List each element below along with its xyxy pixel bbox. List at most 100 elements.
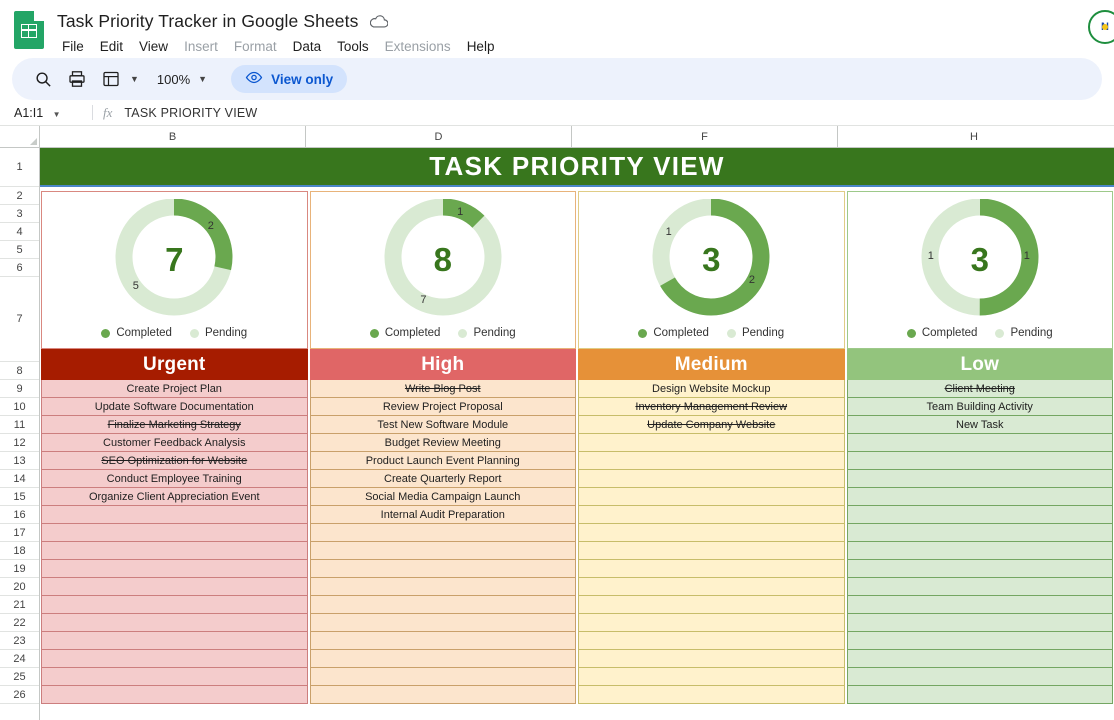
row-header[interactable]: 20 (0, 578, 39, 596)
task-cell[interactable] (847, 614, 1114, 632)
avatar[interactable]: N (1088, 10, 1114, 44)
task-cell[interactable] (578, 434, 845, 452)
row-header[interactable]: 14 (0, 470, 39, 488)
row-header[interactable]: 3 (0, 205, 39, 223)
task-cell[interactable] (310, 596, 577, 614)
zoom-dropdown-caret[interactable]: ▼ (198, 74, 213, 84)
task-cell[interactable] (310, 542, 577, 560)
task-cell[interactable]: Test New Software Module (310, 416, 577, 434)
task-cell[interactable]: Client Meeting (847, 380, 1114, 398)
task-cell[interactable]: New Task (847, 416, 1114, 434)
task-cell[interactable] (310, 560, 577, 578)
menu-tools[interactable]: Tools (329, 37, 377, 56)
task-cell[interactable] (578, 686, 845, 704)
task-cell[interactable] (847, 524, 1114, 542)
row-header[interactable]: 11 (0, 416, 39, 434)
task-cell[interactable] (578, 542, 845, 560)
task-cell[interactable] (41, 650, 308, 668)
row-header[interactable]: 21 (0, 596, 39, 614)
row-header[interactable]: 1 (0, 148, 39, 187)
task-cell[interactable] (310, 578, 577, 596)
task-cell[interactable] (41, 614, 308, 632)
column-header-f[interactable]: F (572, 126, 838, 147)
column-header-b[interactable]: B (40, 126, 306, 147)
task-cell[interactable] (310, 650, 577, 668)
task-cell[interactable]: Product Launch Event Planning (310, 452, 577, 470)
task-cell[interactable]: Create Project Plan (41, 380, 308, 398)
task-cell[interactable] (41, 524, 308, 542)
filter-view-icon[interactable] (96, 64, 126, 94)
task-cell[interactable]: Social Media Campaign Launch (310, 488, 577, 506)
view-only-badge[interactable]: View only (231, 65, 347, 93)
menu-edit[interactable]: Edit (92, 37, 131, 56)
task-cell[interactable]: Update Software Documentation (41, 398, 308, 416)
row-header[interactable]: 6 (0, 259, 39, 277)
document-title[interactable]: Task Priority Tracker in Google Sheets (57, 11, 358, 32)
filter-view-dropdown-caret[interactable]: ▼ (130, 74, 145, 84)
row-header[interactable]: 24 (0, 650, 39, 668)
print-icon[interactable] (62, 64, 92, 94)
menu-format[interactable]: Format (226, 37, 285, 56)
row-header[interactable]: 19 (0, 560, 39, 578)
task-cell[interactable] (578, 614, 845, 632)
row-header[interactable]: 15 (0, 488, 39, 506)
task-cell[interactable]: Internal Audit Preparation (310, 506, 577, 524)
row-header[interactable]: 9 (0, 380, 39, 398)
task-cell[interactable]: Team Building Activity (847, 398, 1114, 416)
task-cell[interactable] (847, 560, 1114, 578)
task-cell[interactable] (310, 524, 577, 542)
task-cell[interactable] (847, 686, 1114, 704)
task-cell[interactable]: SEO Optimization for Website (41, 452, 308, 470)
task-cell[interactable] (847, 632, 1114, 650)
row-header[interactable]: 10 (0, 398, 39, 416)
formula-input[interactable]: TASK PRIORITY VIEW (124, 106, 257, 120)
task-cell[interactable] (578, 596, 845, 614)
menu-insert[interactable]: Insert (176, 37, 226, 56)
row-header[interactable]: 22 (0, 614, 39, 632)
task-cell[interactable] (41, 632, 308, 650)
task-cell[interactable] (41, 506, 308, 524)
task-cell[interactable] (41, 596, 308, 614)
task-cell[interactable] (847, 434, 1114, 452)
search-icon[interactable] (28, 64, 58, 94)
task-cell[interactable] (847, 578, 1114, 596)
task-cell[interactable] (847, 668, 1114, 686)
task-cell[interactable] (578, 524, 845, 542)
task-cell[interactable] (847, 470, 1114, 488)
row-header[interactable]: 12 (0, 434, 39, 452)
zoom-level[interactable]: 100% (149, 72, 194, 87)
task-cell[interactable] (41, 542, 308, 560)
row-header[interactable]: 17 (0, 524, 39, 542)
row-header[interactable]: 26 (0, 686, 39, 704)
task-cell[interactable]: Create Quarterly Report (310, 470, 577, 488)
task-cell[interactable]: Review Project Proposal (310, 398, 577, 416)
menu-file[interactable]: File (54, 37, 92, 56)
task-cell[interactable] (310, 632, 577, 650)
task-cell[interactable] (41, 560, 308, 578)
name-box[interactable]: A1:I1 ▼ (0, 106, 88, 120)
menu-extensions[interactable]: Extensions (377, 37, 459, 56)
task-cell[interactable] (578, 632, 845, 650)
task-cell[interactable] (847, 596, 1114, 614)
row-header[interactable]: 18 (0, 542, 39, 560)
task-cell[interactable]: Organize Client Appreciation Event (41, 488, 308, 506)
task-cell[interactable] (847, 650, 1114, 668)
row-header[interactable]: 8 (0, 362, 39, 380)
task-cell[interactable] (578, 470, 845, 488)
task-cell[interactable] (310, 668, 577, 686)
task-cell[interactable] (578, 506, 845, 524)
task-cell[interactable] (578, 668, 845, 686)
task-cell[interactable]: Budget Review Meeting (310, 434, 577, 452)
task-cell[interactable]: Update Company Website (578, 416, 845, 434)
task-cell[interactable] (847, 542, 1114, 560)
menu-view[interactable]: View (131, 37, 176, 56)
menu-data[interactable]: Data (285, 37, 330, 56)
task-cell[interactable] (578, 578, 845, 596)
task-cell[interactable] (578, 650, 845, 668)
task-cell[interactable]: Inventory Management Review (578, 398, 845, 416)
task-cell[interactable] (41, 686, 308, 704)
task-cell[interactable]: Customer Feedback Analysis (41, 434, 308, 452)
row-header[interactable]: 5 (0, 241, 39, 259)
select-all-corner[interactable] (0, 126, 40, 147)
task-cell[interactable] (310, 614, 577, 632)
